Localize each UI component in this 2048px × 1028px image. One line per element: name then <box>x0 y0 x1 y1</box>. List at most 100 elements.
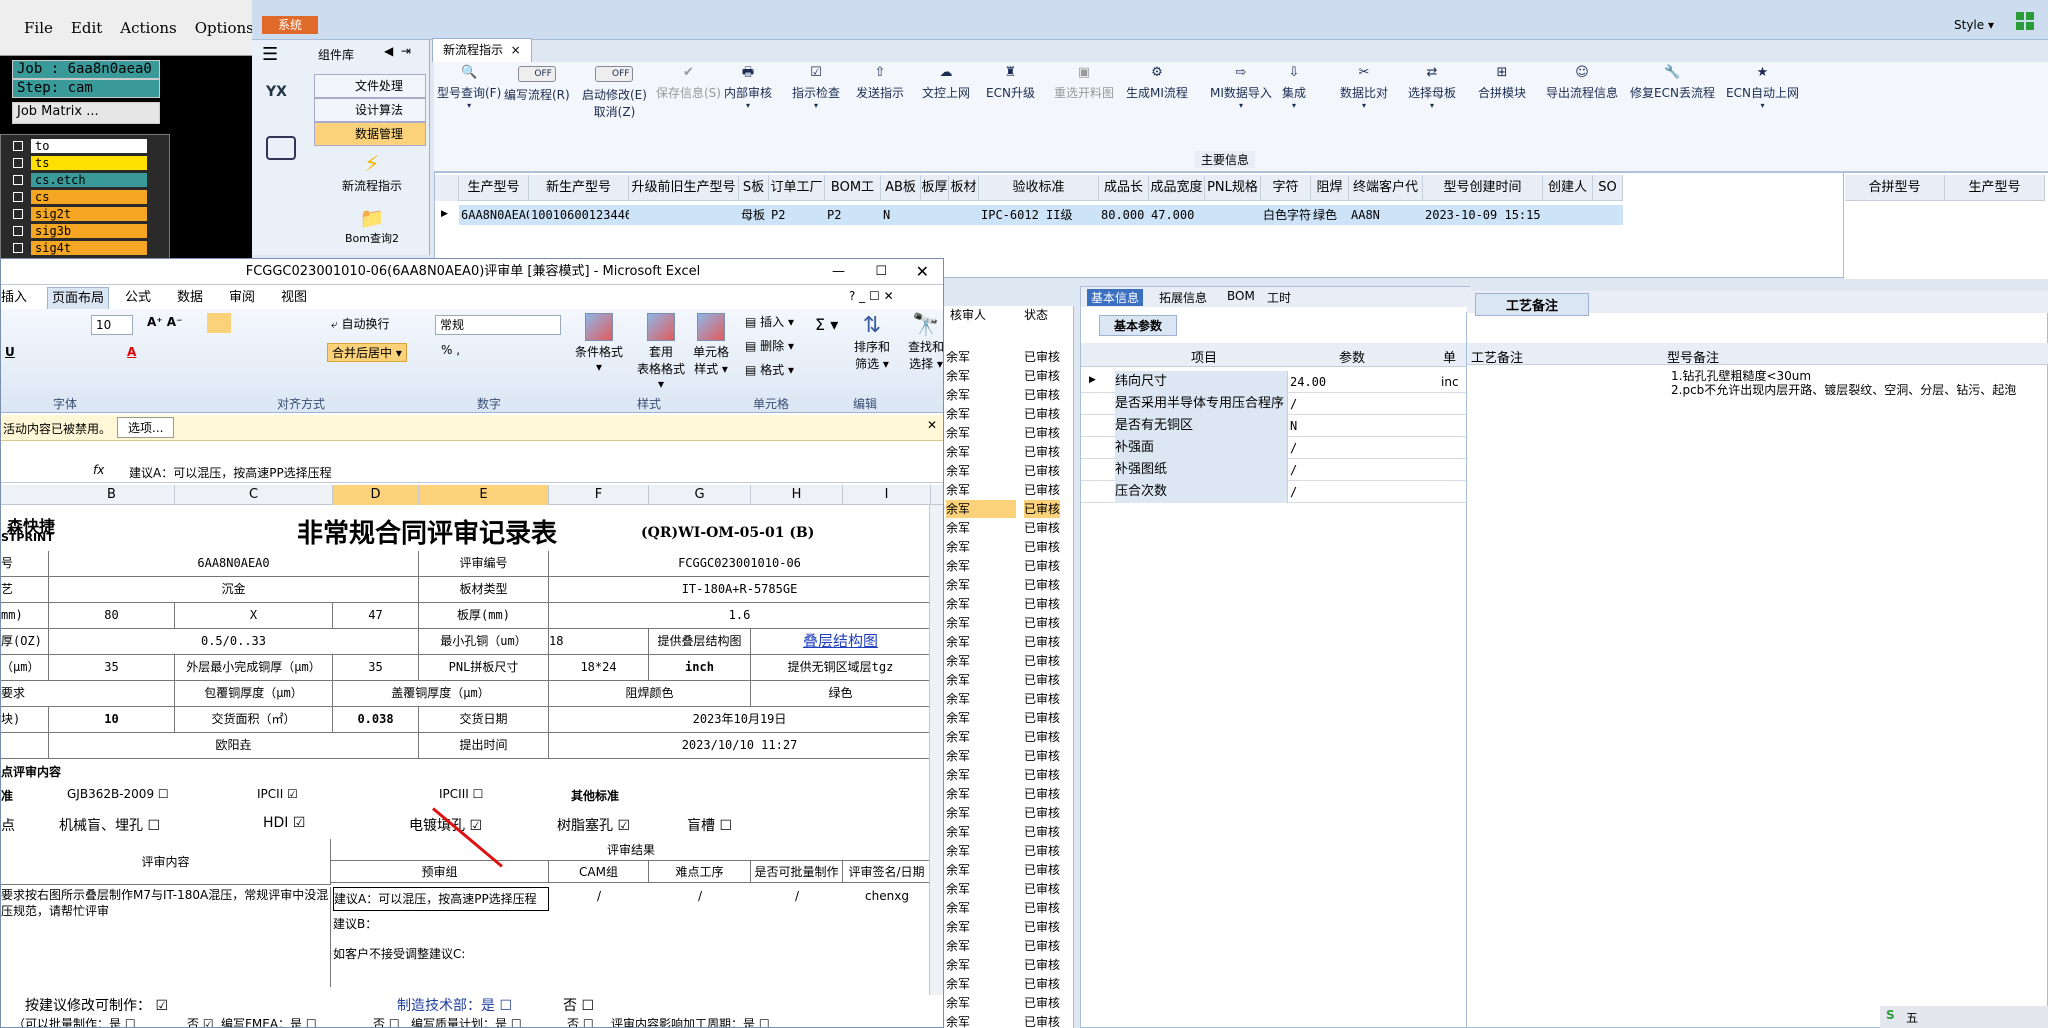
list-status[interactable]: 已审核 <box>1024 690 1060 708</box>
grid-cell[interactable] <box>629 205 739 225</box>
list-checker[interactable]: 余军 <box>946 842 1016 860</box>
toolbar-btn-16[interactable]: ☺ 导出流程信息 <box>1546 66 1618 101</box>
list-checker[interactable]: 余军 <box>946 405 1016 423</box>
sheet-cell[interactable]: 艺 <box>1 577 49 603</box>
percent-icon[interactable]: % , <box>441 343 460 357</box>
list-status[interactable]: 已审核 <box>1024 348 1060 366</box>
grid-header[interactable]: 新生产型号 <box>529 175 629 201</box>
close-icon[interactable]: ✕ <box>916 259 929 285</box>
chevron-down-icon[interactable]: ▾ <box>1282 101 1306 110</box>
font-grow-icon[interactable]: A⁺ A⁻ <box>147 315 182 329</box>
param-value[interactable]: / <box>1287 481 1437 503</box>
layer-checkbox[interactable] <box>13 141 23 151</box>
list-status[interactable]: 已审核 <box>1024 481 1060 499</box>
grid-cell[interactable]: 6AA8N0AEA0 <box>459 205 529 225</box>
sheet-cell[interactable]: 6AA8N0AEA0 <box>49 551 419 577</box>
sheet-cell[interactable]: 块) <box>1 707 49 733</box>
std-ipc3[interactable]: IPCIII ☐ <box>439 787 483 801</box>
nav-item-file[interactable]: 文件处理 <box>314 74 426 98</box>
col-header[interactable]: H <box>751 485 843 505</box>
grid-header[interactable]: 字符 <box>1261 175 1311 201</box>
col-header[interactable]: E <box>419 485 549 505</box>
list-checker[interactable]: 余军 <box>946 785 1016 803</box>
sheet-cell[interactable]: FCGGC023001010-06 <box>549 551 931 577</box>
sheet-cell[interactable]: mm) <box>1 603 49 629</box>
style-button-2[interactable]: 单元格 样式 ▾ <box>683 313 739 377</box>
layer-checkbox[interactable] <box>13 192 23 202</box>
sheet-cell[interactable]: 35 <box>333 655 419 681</box>
layer-checkbox[interactable] <box>13 175 23 185</box>
list-status[interactable]: 已审核 <box>1024 1013 1060 1028</box>
list-checker[interactable]: 余军 <box>946 557 1016 575</box>
list-status[interactable]: 已审核 <box>1024 557 1060 575</box>
cell-button-1[interactable]: ▤ 删除 ▾ <box>745 337 794 354</box>
col-header[interactable]: G <box>649 485 751 505</box>
side-grid-header[interactable]: 合拼型号 <box>1845 175 1945 201</box>
result-mark[interactable]: / <box>649 889 751 903</box>
ribbon-tab-2[interactable]: 公式 <box>125 287 151 309</box>
list-checker[interactable]: 余军 <box>946 348 1016 366</box>
grid-header[interactable]: 板厚 <box>921 175 949 201</box>
maximize-icon[interactable]: ☐ <box>875 259 887 285</box>
grid-cell[interactable]: N <box>881 205 921 225</box>
sheet-cell[interactable]: 0.038 <box>333 707 419 733</box>
std-ipc2[interactable]: IPCII ☑ <box>257 787 298 801</box>
sheet-cell[interactable]: 47 <box>333 603 419 629</box>
ribbon-tab-0[interactable]: 插入 <box>1 287 27 309</box>
sheet-cell[interactable]: 最小孔铜（um） <box>419 629 549 655</box>
sheet-cell[interactable] <box>1 733 49 759</box>
nav-bom-query[interactable]: 📁 Bom查询2 <box>318 206 426 246</box>
chevron-down-icon[interactable]: ▾ <box>1726 101 1799 110</box>
layer-row[interactable]: cs <box>13 190 163 205</box>
foot-tech[interactable]: 制造技术部：是 ☐ <box>397 995 512 1015</box>
toolbar-btn-7[interactable]: ☁ 文控上网 <box>922 66 970 101</box>
sheet-cell[interactable]: 盖覆铜厚度（μm） <box>333 681 549 707</box>
ribbon-tab-3[interactable]: 数据 <box>177 287 203 309</box>
font-size-select[interactable]: 10 <box>91 315 133 335</box>
grid-cell[interactable]: IPC-6012 II级 <box>979 205 1099 225</box>
vertical-scrollbar[interactable] <box>929 505 943 995</box>
grid-cell[interactable] <box>1543 205 1593 225</box>
craft-note[interactable]: 2.pcb不允许出现内层开路、镀层裂纹、空洞、分层、钻污、起泡 <box>1671 383 2016 397</box>
nav-new-flow[interactable]: ⚡ 新流程指示 <box>318 152 426 194</box>
param-value[interactable]: N <box>1287 415 1437 437</box>
grid-header[interactable]: 订单工厂 <box>769 175 825 201</box>
grid-header[interactable]: 板材 <box>949 175 979 201</box>
std-gjb[interactable]: GJB362B-2009 ☐ <box>67 787 169 801</box>
list-checker[interactable]: 余军 <box>946 424 1016 442</box>
list-checker[interactable]: 余军 <box>946 386 1016 404</box>
list-status[interactable]: 已审核 <box>1024 975 1060 993</box>
sheet-cell[interactable]: 要求 <box>1 681 175 707</box>
col-header[interactable]: F <box>549 485 649 505</box>
menu-options[interactable]: Options <box>195 19 254 37</box>
wrap-text-button[interactable]: ⤶ 自动换行 <box>331 315 390 332</box>
grid-cell[interactable]: 10010600123446 <box>529 205 629 225</box>
grid-header[interactable]: SO <box>1593 175 1623 201</box>
list-checker[interactable]: 余军 <box>946 538 1016 556</box>
toolbar-btn-4[interactable]: 🖶 内部审核 ▾ <box>724 66 772 111</box>
sheet-cell[interactable]: 欧阳垚 <box>49 733 419 759</box>
list-status[interactable]: 已审核 <box>1024 785 1060 803</box>
list-status[interactable]: 已审核 <box>1024 462 1060 480</box>
list-status[interactable]: 已审核 <box>1024 918 1060 936</box>
list-checker[interactable]: 余军 <box>946 823 1016 841</box>
basic-tab-3[interactable]: 工时 <box>1267 289 1291 306</box>
list-checker[interactable]: 余军 <box>946 709 1016 727</box>
list-checker[interactable]: 余军 <box>946 481 1016 499</box>
list-status[interactable]: 已审核 <box>1024 443 1060 461</box>
menu-actions[interactable]: Actions <box>120 19 176 37</box>
list-checker[interactable]: 余军 <box>946 1013 1016 1028</box>
grid-cell[interactable] <box>1593 205 1623 225</box>
sum-icon[interactable]: Σ ▾ <box>815 315 838 334</box>
grid-header[interactable]: PNL规格 <box>1205 175 1261 201</box>
fx-icon[interactable]: fx <box>93 463 104 477</box>
param-value[interactable]: / <box>1287 437 1437 459</box>
toolbar-btn-18[interactable]: ★ ECN自动上网 ▾ <box>1726 66 1799 111</box>
grid-cell[interactable]: 母板 <box>739 205 769 225</box>
grid-header[interactable]: 终端客户代码 <box>1349 175 1423 201</box>
list-status[interactable]: 已审核 <box>1024 519 1060 537</box>
chevron-down-icon[interactable]: ▾ <box>1340 101 1388 110</box>
param-row[interactable]: 压合次数 / <box>1081 481 1471 503</box>
layer-checkbox[interactable] <box>13 243 23 253</box>
ribbon-tab-5[interactable]: 视图 <box>281 287 307 309</box>
